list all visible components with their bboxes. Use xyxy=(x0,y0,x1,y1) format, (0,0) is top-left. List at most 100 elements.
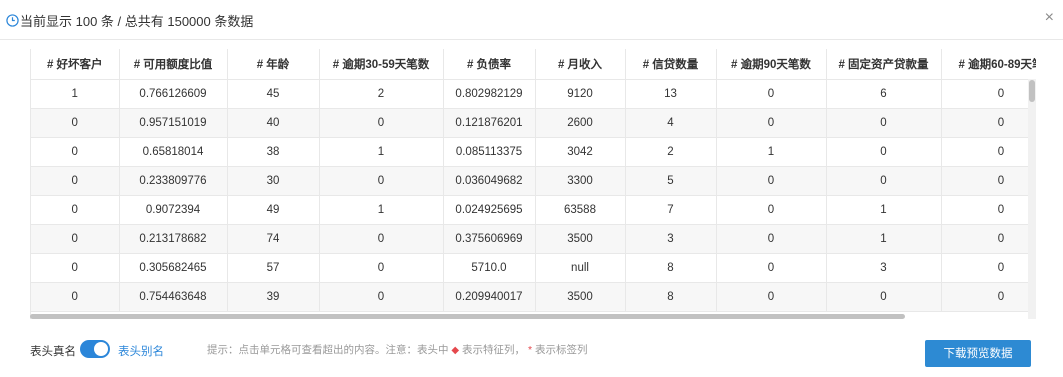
column-header[interactable]: # 固定资产贷款量 xyxy=(826,49,942,80)
table-cell[interactable]: 3042 xyxy=(535,137,626,167)
table-cell[interactable]: 8 xyxy=(625,253,717,283)
table-body: 1 0.766126609 45 2 0.802982129 9120 13 0 6 0 0 0.95… xyxy=(31,79,1036,312)
table-cell[interactable]: 0 xyxy=(319,108,444,138)
table-cell[interactable]: 5710.0 xyxy=(443,253,536,283)
table-cell[interactable]: 0 xyxy=(31,282,120,312)
table-cell[interactable]: 0 xyxy=(31,166,120,196)
header-alias-label[interactable]: 表头别名 xyxy=(118,343,164,359)
table-cell[interactable]: 1 xyxy=(31,79,120,109)
table-cell[interactable]: 9120 xyxy=(535,79,626,109)
table-cell[interactable]: 0.375606969 xyxy=(443,224,536,254)
column-header[interactable]: # 可用额度比值 xyxy=(119,49,228,80)
table-cell[interactable]: 0.213178682 xyxy=(119,224,228,254)
table-cell[interactable]: 0 xyxy=(941,137,1036,167)
download-preview-button[interactable]: 下载预览数据 xyxy=(925,340,1031,367)
table-cell[interactable]: 1 xyxy=(319,137,444,167)
table-cell[interactable]: 0 xyxy=(716,166,827,196)
table-cell[interactable]: 57 xyxy=(227,253,320,283)
table-cell[interactable]: null xyxy=(535,253,626,283)
vertical-scrollbar-thumb[interactable] xyxy=(1029,80,1035,102)
table-cell[interactable]: 5 xyxy=(625,166,717,196)
table-cell[interactable]: 0 xyxy=(319,166,444,196)
dialog-title-text: 当前显示 100 条 / 总共有 150000 条数据 xyxy=(20,14,254,29)
header-name-toggle[interactable] xyxy=(80,340,110,358)
table-cell[interactable]: 0 xyxy=(716,253,827,283)
table-cell[interactable]: 1 xyxy=(716,137,827,167)
table-cell[interactable]: 2 xyxy=(625,137,717,167)
table-cell[interactable]: 0 xyxy=(941,282,1036,312)
table-cell[interactable]: 0 xyxy=(941,166,1036,196)
table-cell[interactable]: 0 xyxy=(826,282,942,312)
table-cell[interactable]: 1 xyxy=(826,224,942,254)
table-cell[interactable]: 0.121876201 xyxy=(443,108,536,138)
table-cell[interactable]: 1 xyxy=(319,195,444,225)
table-cell[interactable]: 0.209940017 xyxy=(443,282,536,312)
column-header[interactable]: # 逾期60-89天笔 xyxy=(941,49,1036,80)
table-cell[interactable]: 3 xyxy=(625,224,717,254)
table-cell[interactable]: 0 xyxy=(826,137,942,167)
table-cell[interactable]: 13 xyxy=(625,79,717,109)
table-cell[interactable]: 0 xyxy=(716,108,827,138)
table-cell[interactable]: 4 xyxy=(625,108,717,138)
table-cell[interactable]: 7 xyxy=(625,195,717,225)
table-cell[interactable]: 0 xyxy=(31,195,120,225)
table-cell[interactable]: 0 xyxy=(941,253,1036,283)
close-icon[interactable]: × xyxy=(1045,10,1054,26)
table-cell[interactable]: 39 xyxy=(227,282,320,312)
table-cell[interactable]: 2600 xyxy=(535,108,626,138)
table-cell[interactable]: 45 xyxy=(227,79,320,109)
table-cell[interactable]: 0 xyxy=(319,282,444,312)
table-cell[interactable]: 0 xyxy=(31,108,120,138)
table-cell[interactable]: 0.802982129 xyxy=(443,79,536,109)
table-cell[interactable]: 3300 xyxy=(535,166,626,196)
table-cell[interactable]: 0.766126609 xyxy=(119,79,228,109)
table-cell[interactable]: 0 xyxy=(716,79,827,109)
table-cell[interactable]: 0 xyxy=(31,224,120,254)
table-cell[interactable]: 8 xyxy=(625,282,717,312)
table-cell[interactable]: 63588 xyxy=(535,195,626,225)
table-cell[interactable]: 0.085113375 xyxy=(443,137,536,167)
table-cell[interactable]: 0 xyxy=(319,224,444,254)
table-cell[interactable]: 0 xyxy=(716,195,827,225)
table-cell[interactable]: 2 xyxy=(319,79,444,109)
table-cell[interactable]: 0 xyxy=(31,253,120,283)
column-header[interactable]: # 信贷数量 xyxy=(625,49,717,80)
table-cell[interactable]: 0.233809776 xyxy=(119,166,228,196)
table-cell[interactable]: 0 xyxy=(319,253,444,283)
table-cell[interactable]: 0 xyxy=(31,137,120,167)
table-cell[interactable]: 0.9072394 xyxy=(119,195,228,225)
horizontal-scrollbar-thumb[interactable] xyxy=(30,314,905,319)
column-header[interactable]: # 负债率 xyxy=(443,49,536,80)
table-cell[interactable]: 0.754463648 xyxy=(119,282,228,312)
table-cell[interactable]: 74 xyxy=(227,224,320,254)
table-cell[interactable]: 0.65818014 xyxy=(119,137,228,167)
column-header[interactable]: # 年龄 xyxy=(227,49,320,80)
table-cell[interactable]: 0.024925695 xyxy=(443,195,536,225)
table-cell[interactable]: 3500 xyxy=(535,224,626,254)
table-cell[interactable]: 0 xyxy=(826,166,942,196)
table-cell[interactable]: 0.036049682 xyxy=(443,166,536,196)
column-header[interactable]: # 逾期30-59天笔数 xyxy=(319,49,444,80)
table-cell[interactable]: 0 xyxy=(826,108,942,138)
table-cell[interactable]: 6 xyxy=(826,79,942,109)
column-header[interactable]: # 逾期90天笔数 xyxy=(716,49,827,80)
table-cell[interactable]: 0 xyxy=(716,282,827,312)
table-cell[interactable]: 40 xyxy=(227,108,320,138)
table-cell[interactable]: 0.305682465 xyxy=(119,253,228,283)
table-cell[interactable]: 0 xyxy=(941,79,1036,109)
table-cell[interactable]: 38 xyxy=(227,137,320,167)
table-cell[interactable]: 0 xyxy=(941,224,1036,254)
vertical-scrollbar-track[interactable] xyxy=(1028,79,1036,319)
table-cell[interactable]: 3500 xyxy=(535,282,626,312)
table-row: 0 0.305682465 57 0 5710.0 null 8 0 3 0 xyxy=(31,253,1036,283)
table-cell[interactable]: 0.957151019 xyxy=(119,108,228,138)
table-cell[interactable]: 1 xyxy=(826,195,942,225)
table-cell[interactable]: 0 xyxy=(716,224,827,254)
table-cell[interactable]: 3 xyxy=(826,253,942,283)
column-header[interactable]: # 好坏客户 xyxy=(31,49,120,80)
table-cell[interactable]: 0 xyxy=(941,108,1036,138)
table-cell[interactable]: 49 xyxy=(227,195,320,225)
column-header[interactable]: # 月收入 xyxy=(535,49,626,80)
table-cell[interactable]: 30 xyxy=(227,166,320,196)
table-cell[interactable]: 0 xyxy=(941,195,1036,225)
